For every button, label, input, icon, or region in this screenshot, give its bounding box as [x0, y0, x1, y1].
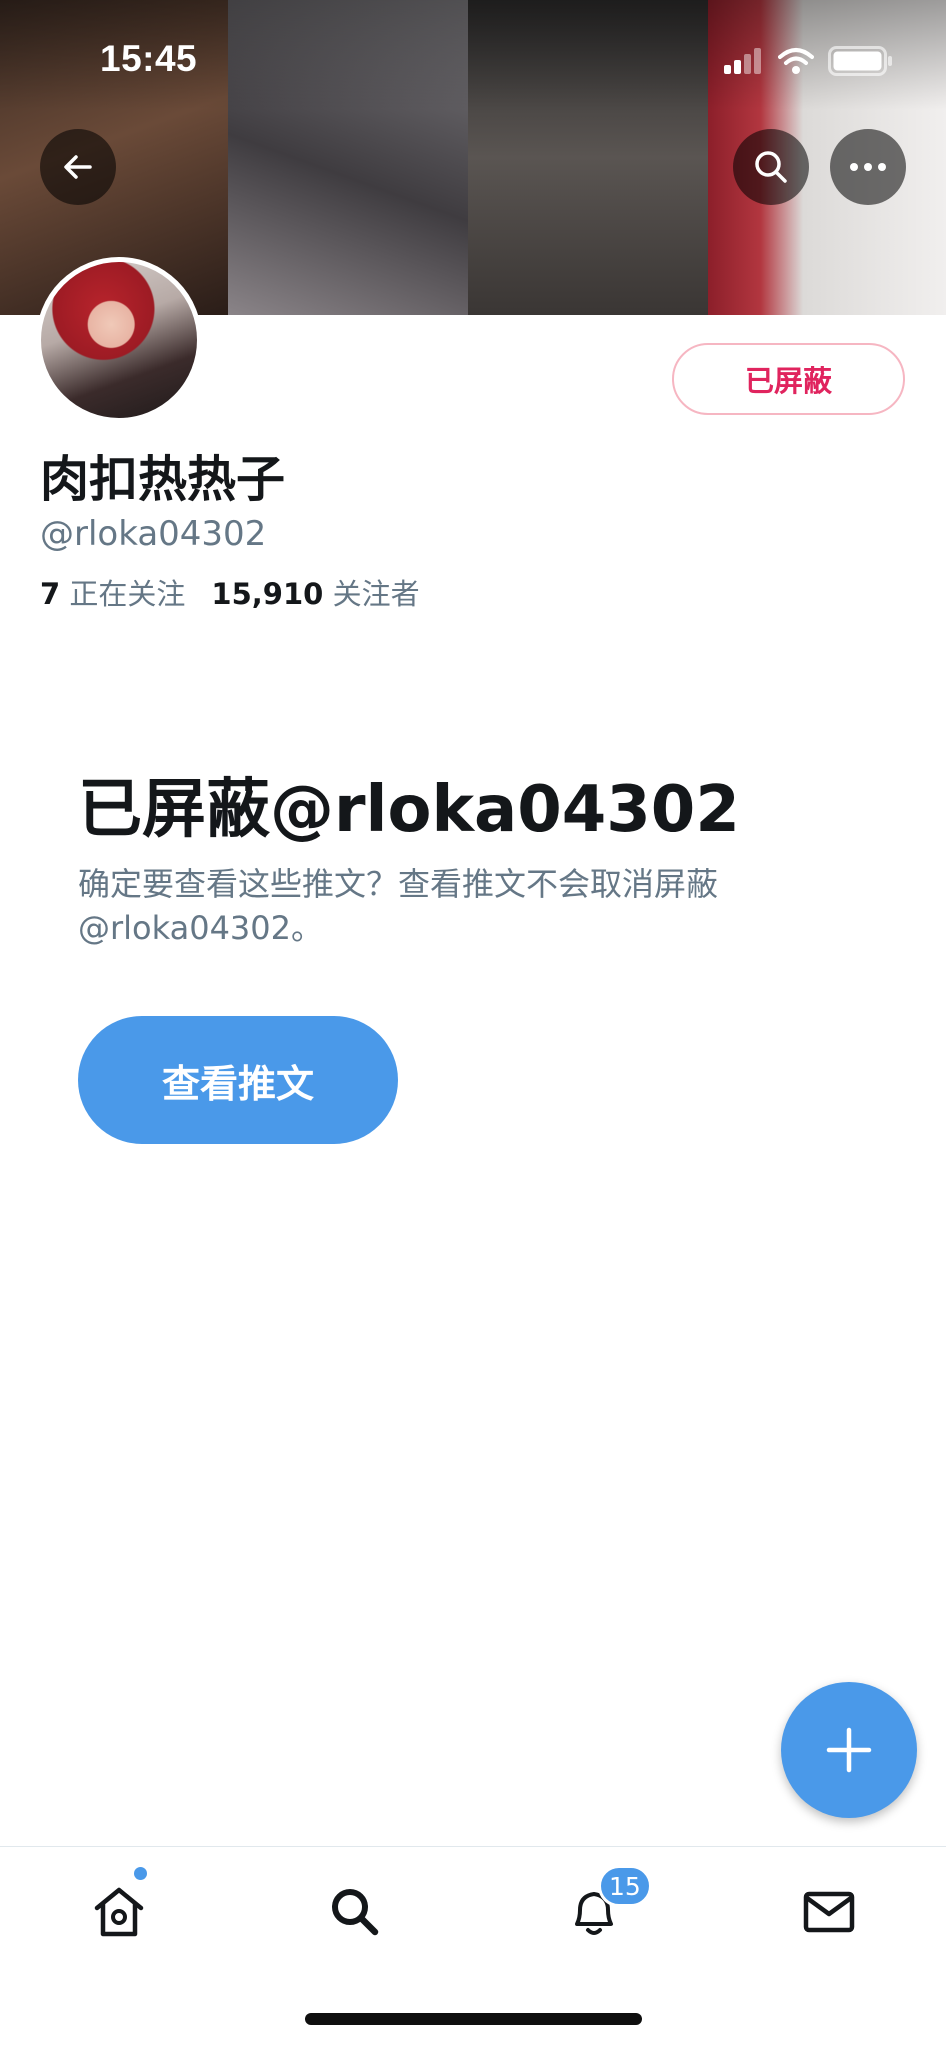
tab-search[interactable] [320, 1877, 390, 1947]
home-icon [94, 1887, 144, 1937]
profile-screen: 15:45 已屏蔽 肉扣热热子 @rloka04302 7 正在关注 15,91… [0, 0, 946, 2048]
blocked-notice-title: 已屏蔽@rloka04302 [78, 773, 740, 847]
search-icon [332, 1889, 379, 1936]
notification-count-badge: 15 [598, 1865, 652, 1907]
followers-label: 关注者 [332, 577, 420, 611]
followers-count: 15,910 [211, 577, 324, 611]
view-tweets-button[interactable]: 查看推文 [78, 1016, 398, 1144]
back-button[interactable] [40, 129, 116, 205]
more-horizontal-icon [850, 163, 886, 171]
display-name: 肉扣热热子 [40, 451, 286, 508]
user-handle: @rloka04302 [40, 514, 267, 554]
following-count: 7 [40, 577, 61, 611]
status-icons [724, 46, 894, 80]
follow-stats: 7 正在关注 15,910 关注者 [40, 571, 420, 613]
battery-icon [828, 46, 894, 80]
more-options-button[interactable] [830, 129, 906, 205]
home-unread-dot [134, 1867, 147, 1880]
tab-messages[interactable] [794, 1877, 864, 1947]
followers-link[interactable]: 15,910 关注者 [211, 571, 419, 613]
profile-search-button[interactable] [733, 129, 809, 205]
arrow-left-icon [64, 155, 92, 179]
tab-home[interactable] [84, 1877, 154, 1947]
mail-icon [803, 1891, 855, 1933]
blocked-notice-description: 确定要查看这些推文？查看推文不会取消屏蔽@rloka04302。 [78, 865, 719, 947]
avatar[interactable] [36, 257, 202, 423]
blocked-button[interactable]: 已屏蔽 [672, 343, 905, 415]
following-label: 正在关注 [69, 577, 186, 611]
search-icon [755, 151, 787, 183]
compose-tweet-button[interactable] [781, 1682, 917, 1818]
status-time: 15:45 [100, 38, 198, 79]
home-indicator [305, 2013, 642, 2025]
following-link[interactable]: 7 正在关注 [40, 571, 185, 613]
wifi-icon [778, 47, 814, 79]
cellular-signal-icon [724, 48, 764, 78]
plus-icon [826, 1727, 872, 1773]
